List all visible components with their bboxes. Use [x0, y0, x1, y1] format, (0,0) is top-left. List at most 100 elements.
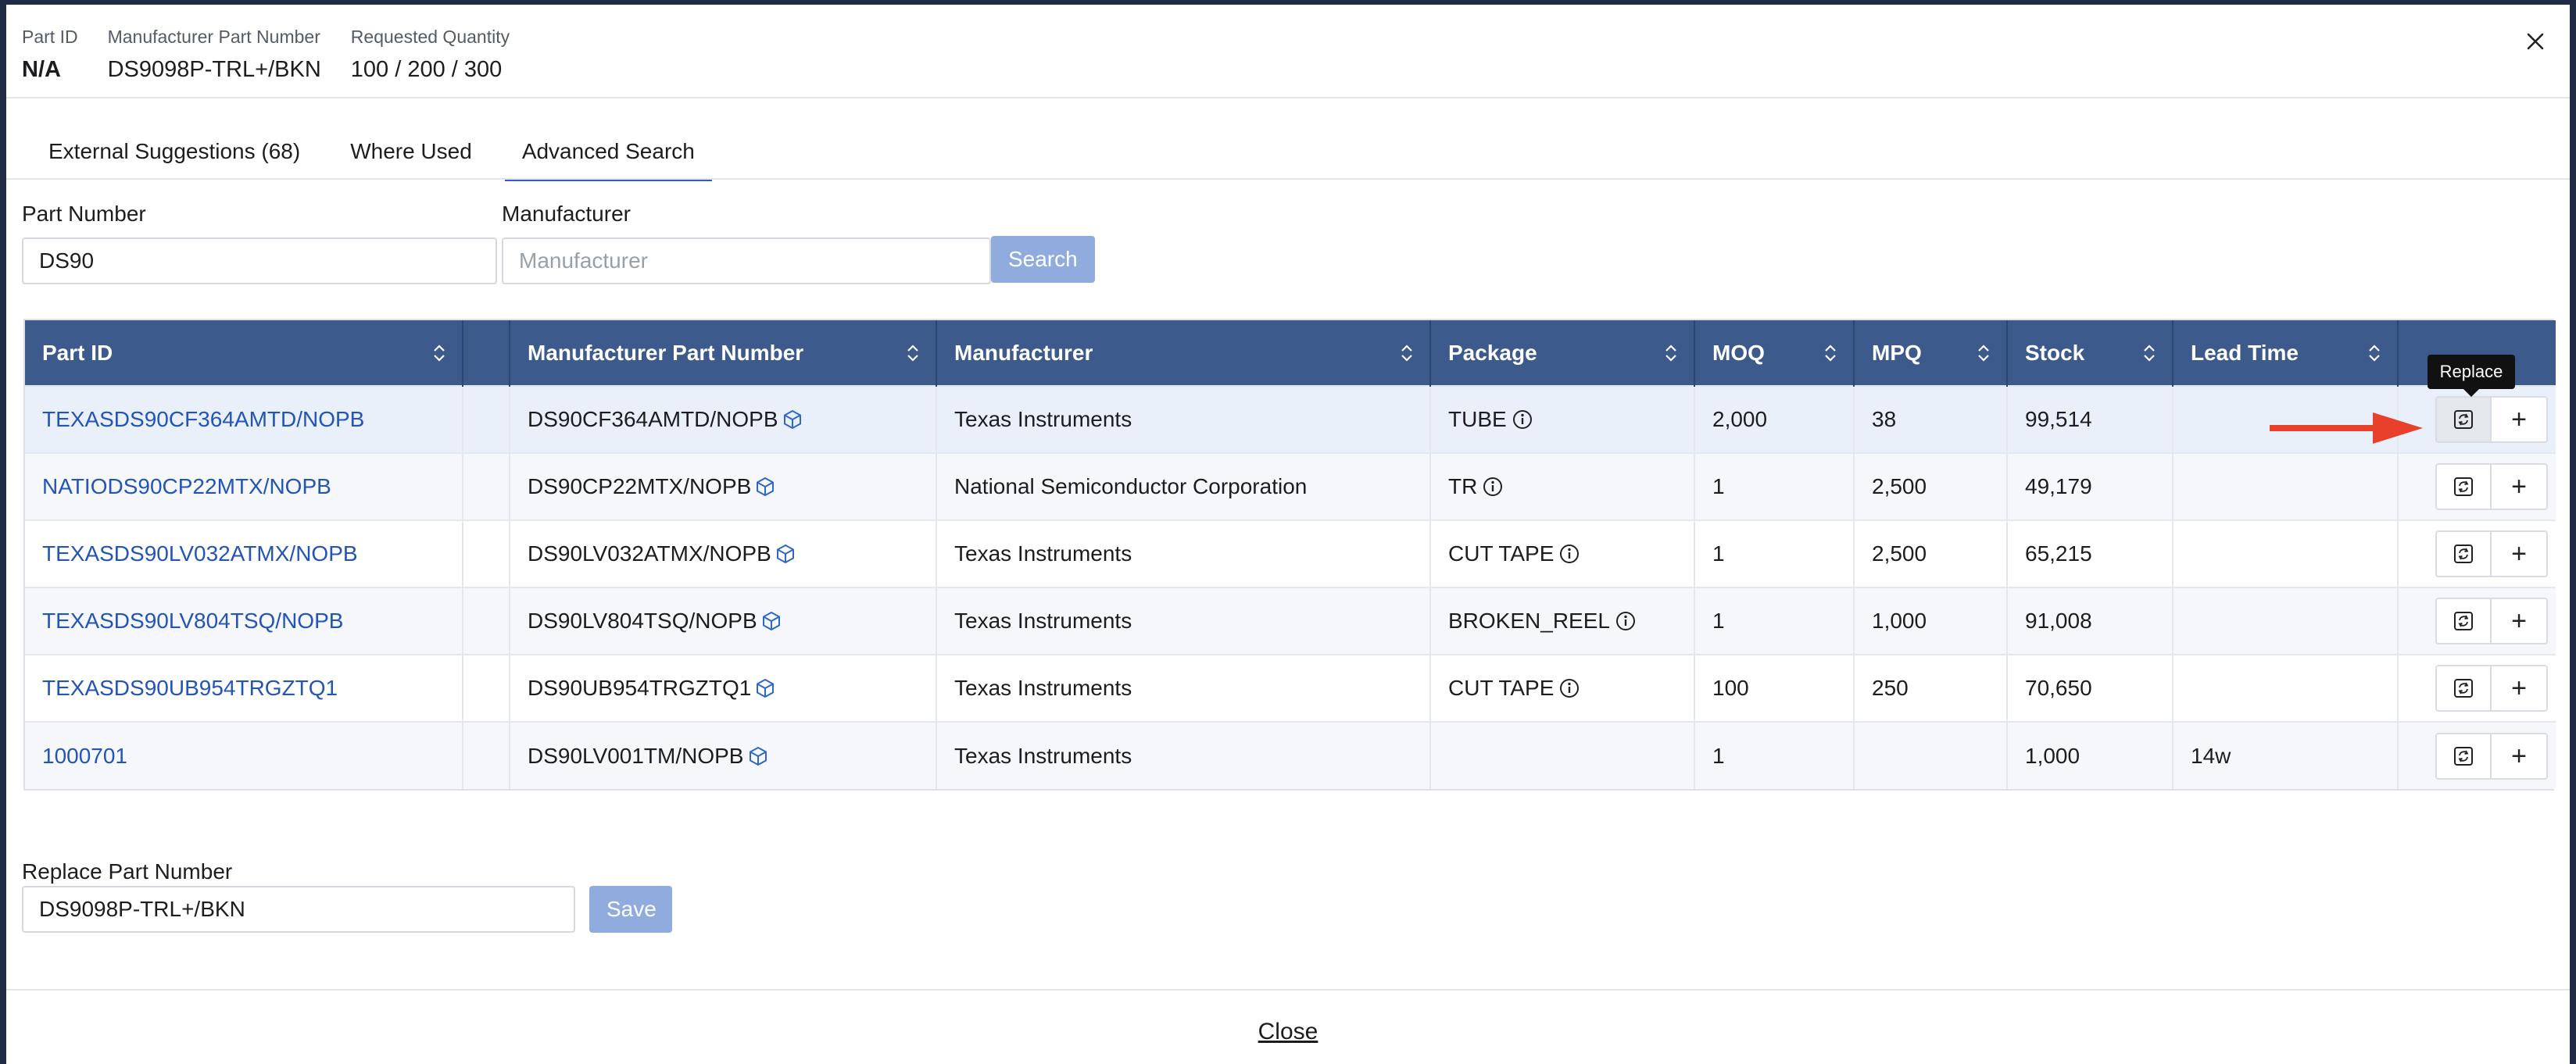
column-header-lead-time[interactable]: Lead Time — [2173, 320, 2399, 386]
header-divider — [6, 97, 2570, 98]
tab-where-used[interactable]: Where Used — [333, 122, 489, 181]
actions-cell: + — [2398, 721, 2556, 789]
column-header-mpq[interactable]: MPQ — [1854, 320, 2008, 386]
sort-icon — [1825, 344, 1836, 362]
add-button[interactable]: + — [2492, 732, 2548, 780]
close-link[interactable]: Close — [6, 1019, 2570, 1045]
mpn-cell: DS90LV804TSQ/NOPB — [510, 587, 937, 655]
add-button[interactable]: + — [2492, 598, 2548, 644]
column-header-label: Package — [1448, 340, 1537, 365]
tab-external-suggestions[interactable]: External Suggestions (68) — [31, 122, 317, 181]
mpq-cell: 2,500 — [1854, 452, 2008, 520]
package-text: TUBE — [1448, 407, 1507, 431]
lead-time-cell: 14w — [2173, 721, 2399, 789]
column-header-manufacturer[interactable]: Manufacturer — [936, 320, 1431, 386]
column-header-package[interactable]: Package — [1430, 320, 1695, 386]
tab-advanced-search[interactable]: Advanced Search — [504, 122, 712, 181]
package-text: BROKEN_REEL — [1448, 609, 1610, 633]
manufacturer-cell: Texas Instruments — [936, 385, 1431, 453]
manufacturer-cell: Texas Instruments — [936, 520, 1431, 587]
lead-time-cell — [2173, 587, 2399, 655]
sort-icon — [907, 344, 918, 362]
table-row: TEXASDS90LV804TSQ/NOPB DS90LV804TSQ/NOPB… — [25, 587, 2556, 655]
add-button[interactable]: + — [2492, 665, 2548, 712]
mpq-cell: 1,000 — [1854, 587, 2008, 655]
part-id-link[interactable]: TEXASDS90LV032ATMX/NOPB — [42, 541, 358, 566]
replace-button[interactable] — [2435, 530, 2492, 577]
replace-button[interactable] — [2435, 732, 2492, 780]
part-id-link[interactable]: 1000701 — [42, 744, 127, 768]
info-icon[interactable] — [1558, 543, 1580, 565]
cube-icon[interactable] — [754, 677, 776, 699]
replace-icon — [2454, 679, 2473, 698]
blank-cell — [463, 452, 510, 520]
replace-part-modal: Part ID N/A Manufacturer Part Number DS9… — [6, 5, 2570, 1064]
moq-cell: 100 — [1694, 654, 1855, 722]
manufacturer-input[interactable] — [502, 237, 991, 284]
save-button[interactable]: Save — [589, 886, 672, 933]
add-button[interactable]: + — [2492, 396, 2548, 443]
manufacturer-cell: National Semiconductor Corporation — [936, 452, 1431, 520]
cube-icon[interactable] — [747, 745, 769, 767]
meta-quantity-value: 100 / 200 / 300 — [350, 57, 503, 82]
info-icon[interactable] — [1512, 409, 1533, 430]
close-icon[interactable] — [2520, 27, 2551, 58]
table-row: TEXASDS90CF364AMTD/NOPB DS90CF364AMTD/NO… — [25, 385, 2556, 453]
column-header-label: Part ID — [42, 340, 113, 365]
package-cell: CUT TAPE — [1430, 654, 1695, 722]
search-button[interactable]: Search — [991, 236, 1095, 283]
info-icon[interactable] — [1482, 476, 1504, 498]
info-icon[interactable] — [1615, 610, 1637, 632]
part-number-input[interactable] — [22, 237, 497, 284]
package-cell: CUT TAPE — [1430, 520, 1695, 587]
column-header-moq[interactable]: MOQ — [1694, 320, 1855, 386]
replace-button[interactable] — [2435, 463, 2492, 510]
add-button[interactable]: + — [2492, 530, 2548, 577]
package-text: TR — [1448, 474, 1478, 498]
manufacturer-cell: Texas Instruments — [936, 587, 1431, 655]
mpn-cell: DS90LV032ATMX/NOPB — [510, 520, 937, 587]
footer-divider — [6, 989, 2570, 991]
column-header-stock[interactable]: Stock — [2007, 320, 2174, 386]
mpq-cell: 250 — [1854, 654, 2008, 722]
meta-part-id-value: N/A — [22, 57, 61, 82]
replace-icon — [2454, 410, 2473, 429]
cube-icon[interactable] — [760, 610, 782, 632]
cube-icon[interactable] — [775, 543, 796, 565]
sort-icon — [2369, 344, 2380, 362]
moq-cell: 1 — [1694, 452, 1855, 520]
stock-cell: 99,514 — [2007, 385, 2174, 453]
mpn-text: DS90LV032ATMX/NOPB — [528, 541, 771, 566]
moq-cell: 1 — [1694, 520, 1855, 587]
actions-cell: + — [2398, 587, 2556, 655]
add-button[interactable]: + — [2492, 463, 2548, 510]
column-header-part-id[interactable]: Part ID — [25, 320, 463, 386]
part-id-link[interactable]: TEXASDS90LV804TSQ/NOPB — [42, 609, 343, 633]
column-header-label: Manufacturer Part Number — [528, 340, 804, 365]
results-table: Part ID Manufacturer Part Number Manufac… — [23, 319, 2556, 791]
blank-cell — [463, 520, 510, 587]
column-header-mpn[interactable]: Manufacturer Part Number — [510, 320, 937, 386]
moq-cell: 1 — [1694, 721, 1855, 789]
cube-icon[interactable] — [754, 476, 776, 498]
package-cell: BROKEN_REEL — [1430, 587, 1695, 655]
info-icon[interactable] — [1558, 677, 1580, 699]
part-id-link[interactable]: TEXASDS90UB954TRGZTQ1 — [42, 676, 338, 700]
table-row: TEXASDS90UB954TRGZTQ1 DS90UB954TRGZTQ1 T… — [25, 654, 2556, 722]
replace-icon — [2454, 477, 2473, 496]
replace-button[interactable] — [2435, 396, 2492, 443]
cube-icon[interactable] — [782, 409, 803, 430]
package-text: CUT TAPE — [1448, 541, 1555, 566]
stock-cell: 70,650 — [2007, 654, 2174, 722]
mpn-cell: DS90CF364AMTD/NOPB — [510, 385, 937, 453]
replace-part-number-input[interactable] — [22, 886, 575, 933]
replace-button[interactable] — [2435, 665, 2492, 712]
replace-icon — [2454, 544, 2473, 563]
mpq-cell: 38 — [1854, 385, 2008, 453]
blank-cell — [463, 587, 510, 655]
meta-part-id: Part ID N/A — [22, 25, 78, 86]
replace-button[interactable] — [2435, 598, 2492, 644]
part-id-link[interactable]: NATIODS90CP22MTX/NOPB — [42, 474, 331, 498]
part-id-link[interactable]: TEXASDS90CF364AMTD/NOPB — [42, 407, 364, 431]
meta-mpn-value: DS9098P-TRL+/BKN — [107, 57, 321, 82]
